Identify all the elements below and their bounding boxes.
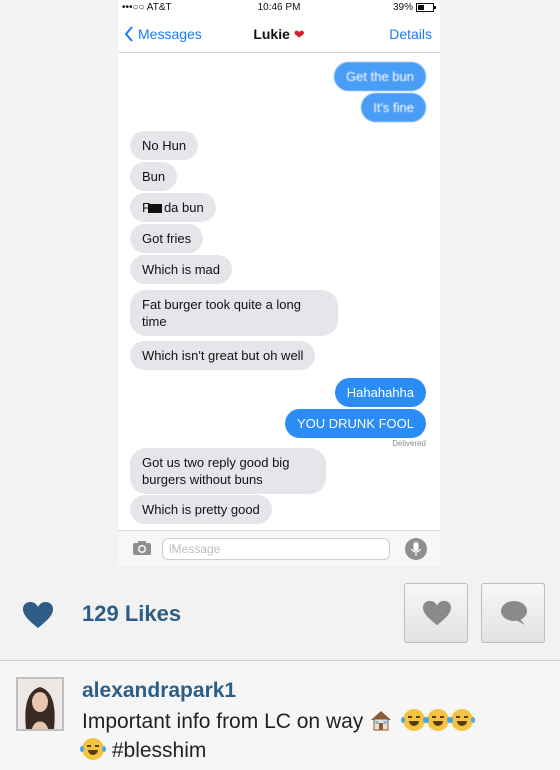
like-button[interactable] [404,583,468,643]
caption-section: alexandrapark1 Important info from LC on… [0,661,560,770]
message-bubble-sent: It's fine [361,93,426,122]
messages-screenshot: •••○○ AT&T 10:46 PM 39% Messages Lukie ❤… [118,0,440,567]
message-bubble-sent: YOU DRUNK FOOL [284,409,426,438]
message-bubble-received: Bun [130,162,178,191]
contact-name: Lukie [253,26,290,42]
battery-icon [416,3,436,12]
message-bubble-received: Which isn't great but oh well [130,341,316,370]
caption-text: Important info from LC on way #blesshim [80,707,552,765]
message-bubble-received: Got us two reply good big burgers withou… [130,448,326,494]
house-icon [371,711,392,731]
message-bubble-received: Fat burger took quite a long time [130,290,338,336]
message-bubble-sent: Hahahahha [334,378,426,407]
likes-count[interactable]: 129 Likes [82,601,181,627]
message-bubble-sent: Get the bun [334,62,426,91]
tears-of-joy-icon [400,709,427,731]
username[interactable]: alexandrapark1 [82,679,236,703]
avatar[interactable] [16,677,64,731]
clock-label: 10:46 PM [257,2,301,13]
heart-icon [422,600,452,626]
red-heart-icon: ❤ [293,27,305,42]
imessage-input[interactable]: iMessage [162,538,390,560]
tears-of-joy-icon [80,738,106,760]
hashtag[interactable]: #blesshim [112,739,207,762]
comment-button[interactable] [481,583,545,643]
battery-percent: 39% [392,2,413,13]
message-bubble-received: No Hun [130,131,199,160]
message-bubble-received: Which is pretty good [130,495,272,524]
censor-bar [147,204,162,214]
status-bar: •••○○ AT&T 10:46 PM 39% [118,0,440,16]
battery-indicator: 39% [392,2,436,13]
microphone-icon[interactable] [405,538,427,560]
conversation-header: Messages Lukie ❤ Details [118,18,440,53]
camera-icon[interactable] [132,540,152,556]
likes-section: 129 Likes [0,566,560,661]
delivered-status: Delivered [392,439,426,448]
message-input-bar: iMessage [118,530,440,567]
message-bubble-received: Fda bun [130,193,216,222]
tears-of-joy-icon [448,709,475,731]
message-bubble-received: Got fries [130,224,204,253]
message-bubble-received: Which is mad [130,255,233,284]
tears-of-joy-icon [424,709,451,731]
details-button[interactable]: Details [389,26,432,42]
heart-icon [23,602,53,628]
comment-icon [501,601,527,625]
